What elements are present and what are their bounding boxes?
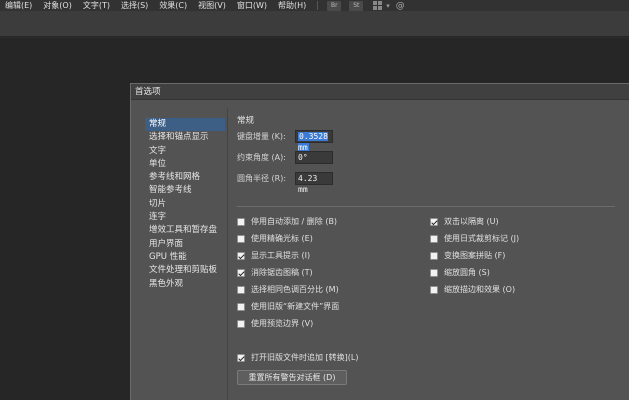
menu-view[interactable]: 视图(V) [193,0,232,11]
checkbox[interactable] [237,319,245,328]
left-check-row[interactable]: 打开旧版文件时追加 [转换](L) [237,349,358,366]
section-divider [237,206,615,207]
checkbox-label: 显示工具提示 (I) [251,251,311,260]
nav-item-gpu-performance[interactable]: GPU 性能 [145,251,225,264]
checkbox-label: 使用预览边界 (V) [251,319,314,328]
checkbox[interactable] [237,353,245,362]
checkbox-label: 变换图案拼贴 (F) [444,251,506,260]
preferences-nav: 常规 选择和锚点显示 文字 单位 参考线和网格 智能参考线 切片 连字 增效工具… [145,118,225,400]
constrain-angle-input[interactable]: 0° [295,151,333,164]
left-check-row[interactable]: 使用预览边界 (V) [237,315,358,332]
nav-item-slices[interactable]: 切片 [145,198,225,211]
nav-item-selection-anchor[interactable]: 选择和锚点显示 [145,131,225,144]
checkbox[interactable] [430,217,438,226]
checkbox[interactable] [237,268,245,277]
section-title: 常规 [237,116,255,126]
preferences-dialog: 首选项 常规 选择和锚点显示 文字 单位 参考线和网格 智能参考线 切片 连字 … [130,83,629,400]
reset-warnings-button[interactable]: 重置所有警告对话框 (D) [237,370,347,385]
menu-separator [317,1,319,10]
right-check-row[interactable]: 双击以隔离 (U) [430,213,519,230]
checkbox[interactable] [237,251,245,260]
nav-item-smart-guides[interactable]: 智能参考线 [145,184,225,197]
checkbox-label: 使用旧版“新建文件”界面 [251,302,340,311]
keyboard-increment-label: 键盘增量 (K): [237,132,286,141]
nav-item-user-interface[interactable]: 用户界面 [145,238,225,251]
checkbox[interactable] [237,217,245,226]
keyboard-increment-input[interactable]: 0.3528 mm [295,130,333,152]
checkbox[interactable] [237,285,245,294]
checkbox-label: 双击以隔离 (U) [444,217,499,226]
constrain-angle-row: 约束角度 (A): 0° [237,147,617,168]
keyboard-increment-row: 键盘增量 (K): 0.3528 mm [237,126,617,152]
menu-object[interactable]: 对象(O) [38,0,78,11]
nav-item-general[interactable]: 常规 [145,118,225,132]
checkbox-label: 打开旧版文件时追加 [转换](L) [251,353,359,362]
menu-help[interactable]: 帮助(H) [273,0,312,11]
nav-item-units[interactable]: 单位 [145,158,225,171]
menu-type[interactable]: 文字(T) [78,0,116,11]
control-bar [0,11,629,37]
checkbox-column-right: 双击以隔离 (U) 使用日式裁剪标记 (J) 变换图案拼贴 (F) 缩放圆角 (S) 缩… [430,213,519,298]
nav-divider [227,108,228,400]
general-settings: 常规 键盘增量 (K): 0.3528 mm 约束角度 (A): 0° 圆角半径… [237,114,617,194]
workspace-grid-icon[interactable] [373,1,383,10]
checkbox[interactable] [237,234,245,243]
checkbox-column-left: 停用自动添加 / 删除 (B) 使用精确光标 (E) 显示工具提示 (I) 消除锯齿图… [237,213,358,366]
nav-item-type[interactable]: 文字 [145,145,225,158]
left-check-row[interactable]: 使用精确光标 (E) [237,230,358,247]
right-check-row[interactable]: 使用日式裁剪标记 (J) [430,230,519,247]
right-check-row[interactable]: 变换图案拼贴 (F) [430,247,519,264]
nav-item-hyphenation[interactable]: 连字 [145,211,225,224]
right-check-row[interactable]: 缩放圆角 (S) [430,264,519,281]
constrain-angle-label: 约束角度 (A): [237,153,286,162]
chevron-down-icon[interactable]: ▾ [386,2,390,10]
checkbox-label: 选择相同色调百分比 (M) [251,285,339,294]
stock-icon[interactable]: St [349,0,364,11]
checkbox-label: 使用日式裁剪标记 (J) [444,234,520,243]
nav-item-guides-grid[interactable]: 参考线和网格 [145,171,225,184]
bridge-icon[interactable]: Br [327,0,342,11]
checkbox[interactable] [430,234,438,243]
checkbox[interactable] [237,302,245,311]
checkbox-label: 停用自动添加 / 删除 (B) [251,217,338,226]
left-check-row[interactable]: 选择相同色调百分比 (M) [237,281,358,298]
left-check-row[interactable] [237,332,358,349]
menu-effect[interactable]: 效果(C) [154,0,193,11]
menu-select[interactable]: 选择(S) [116,0,154,11]
left-check-row[interactable]: 停用自动添加 / 删除 (B) [237,213,358,230]
left-check-row[interactable]: 显示工具提示 (I) [237,247,358,264]
checkbox-label: 缩放圆角 (S) [444,268,490,277]
nav-item-black-appearance[interactable]: 黑色外观 [145,278,225,291]
checkbox[interactable] [430,251,438,260]
gpu-swirl-icon[interactable]: @ [396,1,405,11]
right-check-row[interactable]: 缩放描边和效果 (O) [430,281,519,298]
checkbox-label: 消除锯齿图稿 (T) [251,268,313,277]
menu-bar: 编辑(E) 对象(O) 文字(T) 选择(S) 效果(C) 视图(V) 窗口(W… [0,0,629,11]
left-check-row[interactable]: 使用旧版“新建文件”界面 [237,298,358,315]
left-check-row[interactable]: 消除锯齿图稿 (T) [237,264,358,281]
checkbox-label: 缩放描边和效果 (O) [444,285,516,294]
dialog-title: 首选项 [131,84,629,100]
nav-item-file-clipboard[interactable]: 文件处理和剪贴板 [145,264,225,277]
checkbox[interactable] [430,285,438,294]
checkbox[interactable] [430,268,438,277]
corner-radius-input[interactable]: 4.23 mm [295,172,333,194]
checkbox-label: 使用精确光标 (E) [251,234,313,243]
corner-radius-label: 圆角半径 (R): [237,174,287,183]
menu-edit[interactable]: 编辑(E) [0,0,38,11]
corner-radius-row: 圆角半径 (R): 4.23 mm [237,168,617,194]
menu-window[interactable]: 窗口(W) [232,0,273,11]
nav-item-plugins-scratch[interactable]: 增效工具和暂存盘 [145,224,225,237]
